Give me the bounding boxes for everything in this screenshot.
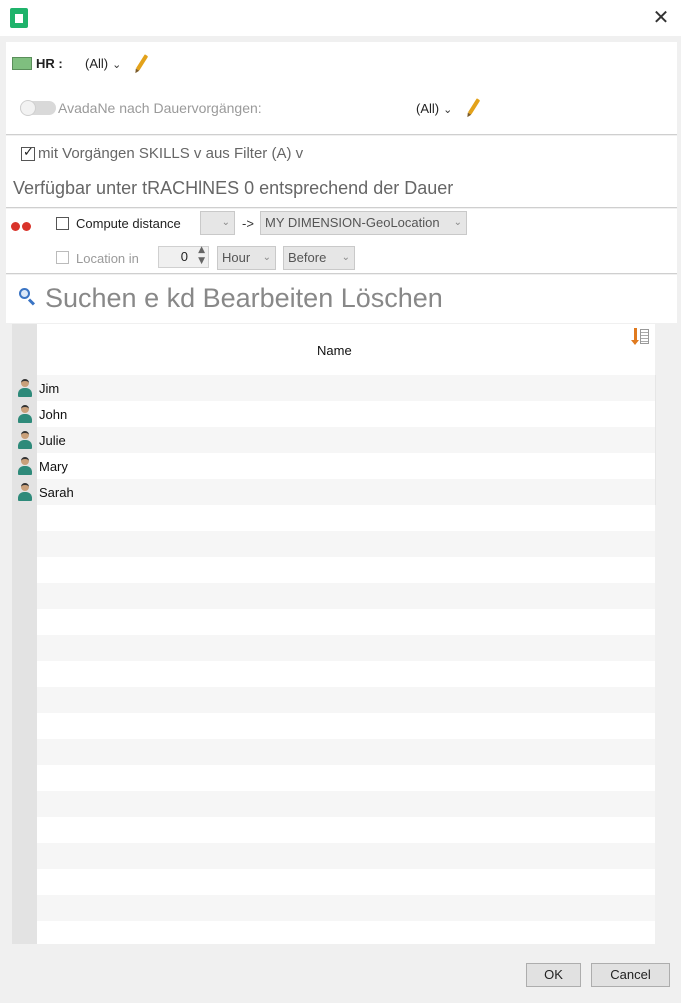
title-bar	[0, 0, 681, 36]
before-after-value: Before	[288, 250, 327, 265]
row-name: Sarah	[39, 485, 74, 500]
before-after-combo[interactable]: Before ⌄	[283, 246, 355, 270]
compute-distance-checkbox[interactable]	[56, 217, 69, 230]
search-icon[interactable]	[19, 288, 37, 306]
user-avatar-icon	[16, 379, 34, 397]
time-unit-combo[interactable]: Hour ⌄	[217, 246, 276, 270]
duration-toggle[interactable]	[20, 100, 56, 116]
toggle-dropdown-value: (All)	[416, 101, 440, 116]
table-row[interactable]: Sarah	[12, 479, 655, 505]
table-row[interactable]: Mary	[12, 453, 655, 479]
location-in-label: Location in	[76, 251, 139, 266]
distance-unit-combo[interactable]: ⌄	[200, 211, 235, 235]
toggle-knob	[20, 100, 36, 116]
arrow-text: ->	[242, 216, 254, 231]
skills-checkbox-label: mit Vorgängen SKILLS v aus Filter (A) v	[38, 145, 304, 162]
empty-row-stripe	[37, 843, 655, 869]
chevron-down-icon: ⌄	[443, 103, 453, 116]
row-name: Julie	[39, 433, 66, 448]
empty-row-stripe	[37, 635, 655, 661]
user-avatar-icon	[16, 483, 34, 501]
grid-divider	[655, 375, 656, 505]
toolbar-text: Suchen e kd Bearbeiten Löschen	[45, 283, 443, 313]
user-avatar-icon	[16, 457, 34, 475]
dimension-value: MY DIMENSION-GeoLocation	[265, 215, 440, 230]
app-icon	[10, 8, 28, 28]
stepper-arrows-icon[interactable]: ▲ ▼	[198, 245, 205, 267]
location-stepper-value: 0	[180, 249, 188, 264]
row-name: Mary	[39, 459, 68, 474]
hr-edit-pencil-icon[interactable]	[135, 54, 149, 76]
empty-row-stripe	[37, 531, 655, 557]
chevron-down-icon: ⌄	[112, 58, 122, 71]
chevron-down-icon: ⌄	[221, 217, 230, 228]
hr-label: HR :	[36, 56, 63, 71]
user-avatar-icon	[16, 431, 34, 449]
table-row[interactable]: John	[12, 401, 655, 427]
close-icon[interactable]: ✕	[648, 4, 674, 30]
location-pins-icon	[11, 222, 35, 236]
chevron-down-icon: ⌄	[453, 217, 462, 228]
cancel-button[interactable]: Cancel	[591, 963, 670, 987]
availability-text: Verfügbar unter tRACHlNES 0 entsprechend…	[13, 178, 454, 198]
chevron-down-icon: ⌄	[341, 252, 350, 263]
row-name: Jim	[39, 381, 60, 396]
time-unit-value: Hour	[222, 250, 251, 265]
chevron-down-icon: ⌄	[262, 252, 271, 263]
dimension-combo[interactable]: MY DIMENSION-GeoLocation ⌄	[260, 211, 467, 235]
column-chooser-icon[interactable]	[631, 328, 650, 346]
location-in-checkbox[interactable]	[56, 251, 69, 264]
empty-row-stripe	[37, 791, 655, 817]
toggle-edit-pencil-icon[interactable]	[467, 98, 481, 120]
toggle-label: AvadaNe nach Dauervorgängen:	[58, 100, 262, 116]
name-column-header[interactable]: Name	[317, 343, 352, 358]
check-mark-icon: ✓	[23, 145, 34, 160]
compute-distance-label: Compute distance	[76, 216, 181, 231]
row-name: John	[39, 407, 68, 422]
hr-table-icon	[12, 57, 32, 70]
hr-dropdown-value: (All)	[85, 56, 109, 71]
empty-row-stripe	[37, 895, 655, 921]
empty-row-stripe	[37, 687, 655, 713]
table-row[interactable]: Jim	[12, 375, 655, 401]
toggle-dropdown[interactable]: (All) ⌄	[416, 101, 452, 116]
empty-row-stripe	[37, 583, 655, 609]
skills-checkbox[interactable]: ✓	[21, 145, 35, 161]
user-avatar-icon	[16, 405, 34, 423]
ok-button[interactable]: OK	[526, 963, 581, 987]
table-row[interactable]: Julie	[12, 427, 655, 453]
hr-dropdown[interactable]: (All) ⌄	[85, 56, 121, 71]
location-stepper[interactable]: 0 ▲ ▼	[158, 245, 209, 268]
empty-row-stripe	[37, 739, 655, 765]
